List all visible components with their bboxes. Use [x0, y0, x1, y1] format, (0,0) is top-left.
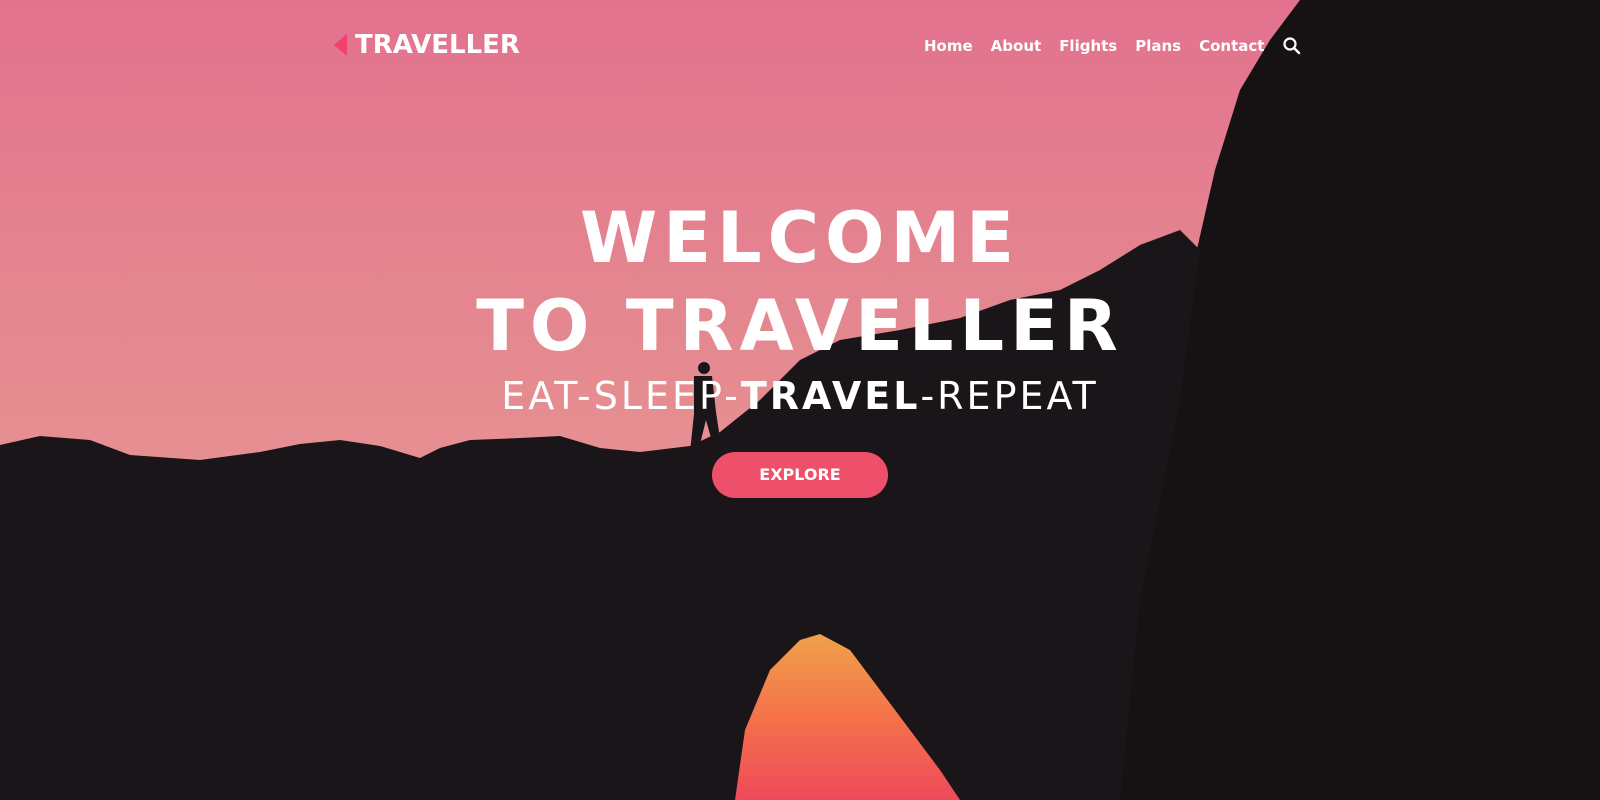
nav-about-link[interactable]: About — [991, 37, 1042, 55]
nav-contact-link[interactable]: Contact — [1199, 37, 1264, 55]
landing-page: TRAVELLER Home About Flights Plans Conta… — [0, 0, 1600, 800]
tagline-prefix: EAT-SLEEP- — [501, 374, 741, 418]
nav-plans-link[interactable]: Plans — [1135, 37, 1181, 55]
nav-home-link[interactable]: Home — [924, 37, 973, 55]
logo-arrow-icon — [334, 34, 347, 56]
tagline-suffix: -REPEAT — [920, 374, 1099, 418]
hero-tagline: EAT-SLEEP-TRAVEL-REPEAT — [0, 374, 1600, 418]
nav-flights-link[interactable]: Flights — [1059, 37, 1117, 55]
explore-button[interactable]: EXPLORE — [712, 452, 888, 498]
hero-section: WELCOME TO TRAVELLER EAT-SLEEP-TRAVEL-RE… — [0, 194, 1600, 498]
brand-name: TRAVELLER — [355, 30, 520, 60]
tagline-strong: TRAVEL — [740, 374, 921, 418]
search-icon[interactable] — [1282, 36, 1302, 56]
main-nav: Home About Flights Plans Contact — [924, 36, 1302, 56]
hero-title-line-2: TO TRAVELLER — [476, 285, 1124, 367]
hero-title-line-1: WELCOME — [580, 197, 1020, 279]
brand-logo[interactable]: TRAVELLER — [334, 30, 520, 60]
